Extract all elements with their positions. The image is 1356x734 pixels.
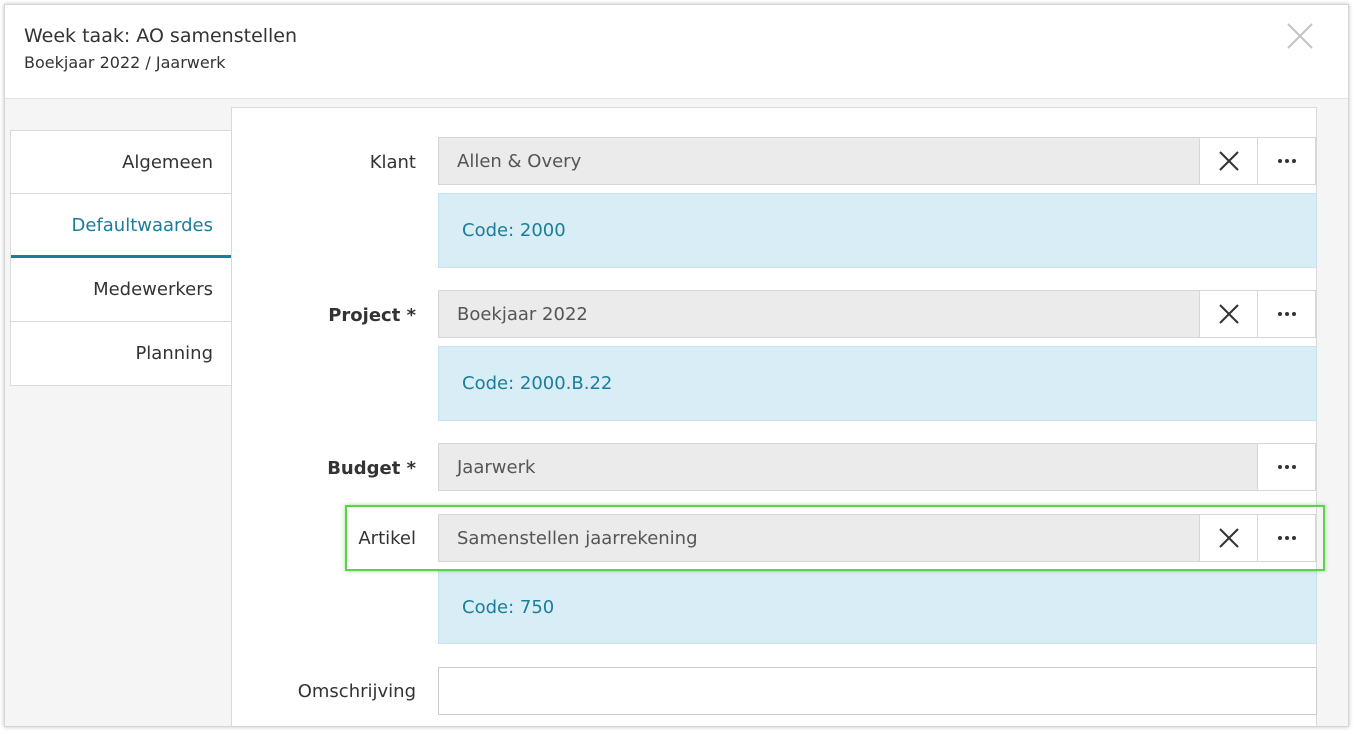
project-more-button[interactable] <box>1257 290 1316 338</box>
close-button[interactable] <box>1285 21 1315 51</box>
artikel-label: Artikel <box>358 528 416 549</box>
omschrijving-label: Omschrijving <box>297 681 416 702</box>
klant-more-button[interactable] <box>1257 137 1316 185</box>
project-field[interactable]: Boekjaar 2022 <box>438 290 1200 338</box>
x-icon <box>1218 151 1239 171</box>
tab-label: Algemeen <box>122 151 213 173</box>
project-code-info: Code: 2000.B.22 <box>438 346 1317 421</box>
dialog-header: Week taak: AO samenstellen Boekjaar 2022… <box>5 5 1348 99</box>
dialog-title: Week taak: AO samenstellen <box>24 25 298 47</box>
tab-defaultwaardes[interactable]: Defaultwaardes <box>10 194 231 258</box>
tab-label: Medewerkers <box>93 279 213 300</box>
tab-medewerkers[interactable]: Medewerkers <box>10 258 231 322</box>
x-icon <box>1218 528 1239 548</box>
klant-code-info: Code: 2000 <box>438 193 1317 268</box>
klant-label: Klant <box>369 152 416 173</box>
artikel-clear-button[interactable] <box>1199 514 1258 562</box>
klant-field[interactable]: Allen & Overy <box>438 137 1200 185</box>
klant-clear-button[interactable] <box>1199 137 1258 185</box>
artikel-more-button[interactable] <box>1257 514 1316 562</box>
budget-more-button[interactable] <box>1257 443 1316 491</box>
omschrijving-input[interactable] <box>438 667 1317 715</box>
tab-label: Defaultwaardes <box>71 215 213 236</box>
x-icon <box>1218 304 1239 324</box>
ellipsis-icon <box>1277 312 1296 316</box>
ellipsis-icon <box>1277 465 1296 469</box>
budget-field[interactable]: Jaarwerk <box>438 443 1258 491</box>
artikel-code-info: Code: 750 <box>438 571 1317 644</box>
dialog-breadcrumb: Boekjaar 2022 / Jaarwerk <box>24 53 226 72</box>
project-clear-button[interactable] <box>1199 290 1258 338</box>
dialog: Week taak: AO samenstellen Boekjaar 2022… <box>4 4 1349 727</box>
tab-planning[interactable]: Planning <box>10 322 231 386</box>
artikel-field[interactable]: Samenstellen jaarrekening <box>438 514 1200 562</box>
tab-label: Planning <box>135 343 213 364</box>
project-label: Project * <box>328 305 416 326</box>
close-icon <box>1287 23 1313 49</box>
ellipsis-icon <box>1277 536 1296 540</box>
sidebar-tabs: Algemeen Defaultwaardes Medewerkers Plan… <box>10 130 231 386</box>
tab-algemeen[interactable]: Algemeen <box>10 130 231 194</box>
budget-label: Budget * <box>327 458 416 479</box>
ellipsis-icon <box>1277 159 1296 163</box>
